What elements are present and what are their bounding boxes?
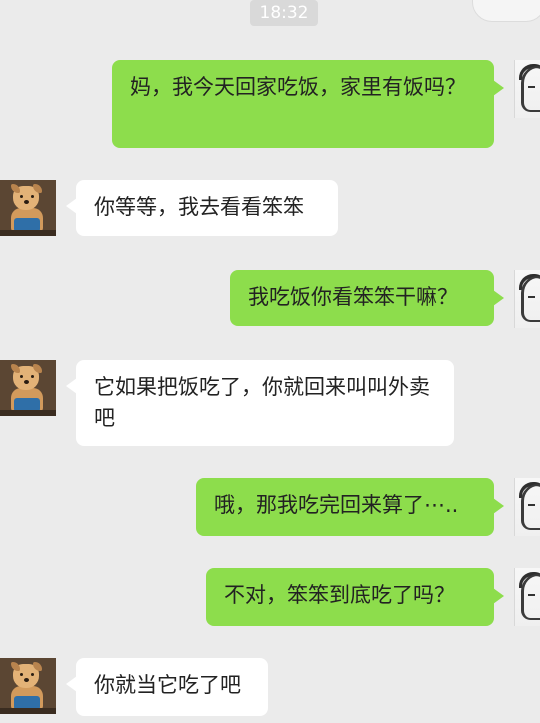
outgoing-message-bubble[interactable]: 我吃饭你看笨笨干嘛？: [230, 270, 504, 326]
incoming-message-bubble[interactable]: 你等等，我去看看笨笨: [66, 180, 338, 236]
message-text: 哦，那我吃完回来算了⋯..: [214, 493, 459, 517]
message-text: 我吃饭你看笨笨干嘛？: [248, 285, 458, 309]
my-avatar[interactable]: [514, 478, 540, 536]
incoming-message-bubble[interactable]: 你就当它吃了吧: [66, 658, 268, 716]
my-avatar[interactable]: [514, 568, 540, 626]
my-avatar[interactable]: [514, 60, 540, 118]
message-text: 不对，笨笨到底吃了吗？: [224, 583, 455, 607]
outgoing-message-bubble[interactable]: 哦，那我吃完回来算了⋯..: [196, 478, 504, 536]
outgoing-message-bubble[interactable]: 不对，笨笨到底吃了吗？: [206, 568, 504, 626]
message-timestamp: 18:32: [250, 0, 318, 26]
message-text: 你就当它吃了吧: [94, 673, 241, 697]
friend-avatar-dog[interactable]: [0, 658, 56, 714]
friend-avatar-dog[interactable]: [0, 360, 56, 416]
incoming-message-bubble[interactable]: 它如果把饭吃了，你就回来叫叫外卖吧: [66, 360, 454, 446]
message-text: 妈，我今天回家吃饭，家里有饭吗？: [130, 75, 466, 99]
my-avatar[interactable]: [514, 270, 540, 328]
outgoing-message-bubble[interactable]: 妈，我今天回家吃饭，家里有饭吗？: [112, 60, 504, 148]
message-text: 你等等，我去看看笨笨: [94, 195, 304, 219]
top-right-button[interactable]: [472, 0, 540, 22]
friend-avatar-dog[interactable]: [0, 180, 56, 236]
message-text: 它如果把饭吃了，你就回来叫叫外卖吧: [94, 375, 430, 430]
